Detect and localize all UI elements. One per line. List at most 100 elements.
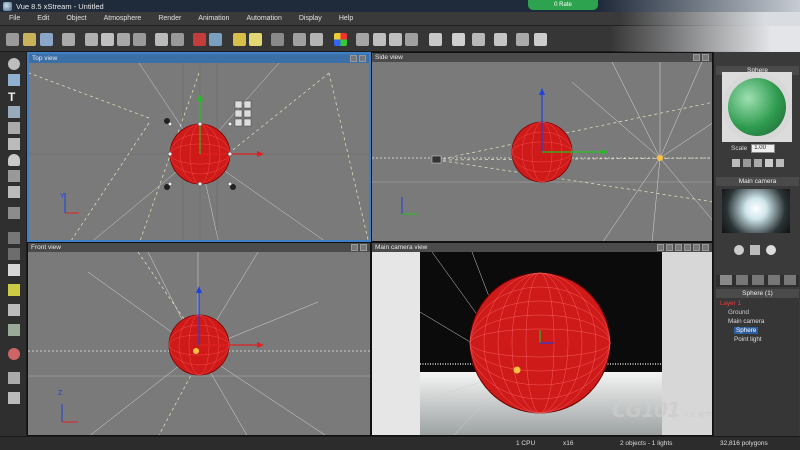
lock-icon[interactable] <box>765 159 773 167</box>
menu-display[interactable]: Display <box>290 15 330 22</box>
more-icon[interactable] <box>776 159 784 167</box>
triangle-icon[interactable] <box>743 159 751 167</box>
front-view-viewport[interactable]: Front view Z <box>27 242 371 436</box>
redo-icon[interactable] <box>171 33 184 46</box>
undo-icon[interactable] <box>155 33 168 46</box>
side-view-canvas <box>372 62 712 241</box>
tab-objects[interactable] <box>720 275 732 285</box>
hand-icon[interactable] <box>734 245 744 255</box>
cone-icon[interactable] <box>8 170 20 182</box>
sun-icon[interactable] <box>233 33 246 46</box>
material-sphere-icon[interactable] <box>8 348 20 360</box>
plant-icon[interactable] <box>8 264 20 276</box>
light-tool-icon[interactable] <box>310 33 323 46</box>
menu-automation[interactable]: Automation <box>237 15 289 22</box>
metablob-icon[interactable] <box>8 248 20 260</box>
light-icon[interactable] <box>8 284 20 296</box>
ecosystem-icon[interactable] <box>8 324 20 336</box>
camera-icon[interactable] <box>431 155 442 164</box>
menu-edit[interactable]: Edit <box>28 15 57 22</box>
options-icon[interactable] <box>534 33 547 46</box>
pyramid-icon[interactable] <box>8 154 20 166</box>
point-light-icon[interactable] <box>657 155 663 161</box>
side-view-viewport[interactable]: Side view <box>371 52 713 242</box>
point-light-icon[interactable] <box>513 366 521 374</box>
material-preview[interactable] <box>728 78 786 136</box>
new-icon[interactable] <box>6 33 19 46</box>
menu-help[interactable]: Help <box>330 15 361 22</box>
material-icon[interactable] <box>271 33 284 46</box>
app-icon <box>3 1 12 11</box>
render-settings-icon[interactable] <box>62 33 75 46</box>
cylinder-icon[interactable] <box>8 106 20 118</box>
rock-icon[interactable] <box>8 304 20 316</box>
duplicate-icon[interactable] <box>133 33 146 46</box>
camera-tool-icon[interactable] <box>293 33 306 46</box>
zoom-extents-icon[interactable] <box>356 33 369 46</box>
tree-ground-item[interactable]: Ground <box>728 309 749 316</box>
menu-atmosphere[interactable]: Atmosphere <box>95 15 150 22</box>
cloud-icon[interactable] <box>8 372 20 384</box>
render-area-icon[interactable] <box>429 33 442 46</box>
point-light-icon[interactable] <box>193 348 199 354</box>
cut-icon[interactable] <box>85 33 98 46</box>
tab-animation[interactable] <box>752 275 764 285</box>
viewport-title: Front view <box>31 244 61 251</box>
zoom-in-icon[interactable] <box>373 33 386 46</box>
viewport-controls[interactable] <box>351 244 367 251</box>
torus-icon[interactable] <box>8 186 20 198</box>
paste-icon[interactable] <box>117 33 130 46</box>
tab-scenes[interactable] <box>784 275 796 285</box>
viewport-controls[interactable] <box>350 55 366 62</box>
top-view-viewport[interactable]: Top view Y <box>27 52 371 242</box>
text-icon[interactable]: T <box>8 90 20 104</box>
link-icon[interactable] <box>754 159 762 167</box>
film-icon[interactable] <box>494 33 507 46</box>
status-bar: 1 CPU x16 2 objects - 1 lights 32,816 po… <box>0 436 800 450</box>
atmosphere-icon[interactable] <box>249 33 262 46</box>
menu-object[interactable]: Object <box>57 15 94 22</box>
group-icon[interactable] <box>8 207 20 219</box>
object-edit-icon[interactable] <box>209 33 222 46</box>
save-icon[interactable] <box>40 33 53 46</box>
orbit-icon[interactable] <box>766 245 776 255</box>
viewport-controls[interactable] <box>657 244 709 251</box>
copy-icon[interactable] <box>101 33 114 46</box>
sphere-icon[interactable] <box>8 58 20 70</box>
zoom-out-icon[interactable] <box>389 33 402 46</box>
tab-materials[interactable] <box>736 275 748 285</box>
cube-icon[interactable] <box>8 74 20 86</box>
scale-input[interactable] <box>751 143 776 153</box>
front-view-canvas: Z <box>28 252 370 435</box>
animation-icon[interactable] <box>516 33 529 46</box>
scale-label: Scale <box>731 144 748 152</box>
tree-layer-item[interactable]: Layer 1 <box>720 300 741 307</box>
pan-icon[interactable] <box>405 33 418 46</box>
render-preview-icon[interactable] <box>472 33 485 46</box>
camera-preview[interactable] <box>722 189 790 233</box>
viewport-controls[interactable] <box>693 54 709 61</box>
color-picker-icon[interactable] <box>334 33 347 46</box>
window-title: Vue 8.5 xStream - Untitled <box>16 1 104 11</box>
tab-links[interactable] <box>768 275 780 285</box>
menu-bar: File Edit Object Atmosphere Render Anima… <box>0 12 800 26</box>
boolean-icon[interactable] <box>8 232 20 244</box>
object-properties-icon[interactable] <box>193 33 206 46</box>
tree-title: Sphere (1) <box>716 289 799 298</box>
tree-sphere-item[interactable]: Sphere <box>734 327 759 334</box>
menu-file[interactable]: File <box>0 15 28 22</box>
rate-badge[interactable]: 0 Rate <box>528 0 598 10</box>
top-view-canvas: Y <box>29 63 369 240</box>
vue-app-window: Vue 8.5 xStream - Untitled 0 Rate File E… <box>0 0 800 450</box>
hand-icon[interactable] <box>8 392 20 404</box>
terrain-icon[interactable] <box>8 122 20 134</box>
open-icon[interactable] <box>23 33 36 46</box>
render-icon[interactable] <box>452 33 465 46</box>
tree-light-item[interactable]: Point light <box>734 336 762 343</box>
camera-move-icon[interactable] <box>750 245 760 255</box>
menu-render[interactable]: Render <box>149 15 189 22</box>
tree-camera-item[interactable]: Main camera <box>728 318 764 325</box>
edit-icon[interactable] <box>732 159 740 167</box>
menu-animation[interactable]: Animation <box>189 15 237 22</box>
plane-icon[interactable] <box>8 138 20 150</box>
